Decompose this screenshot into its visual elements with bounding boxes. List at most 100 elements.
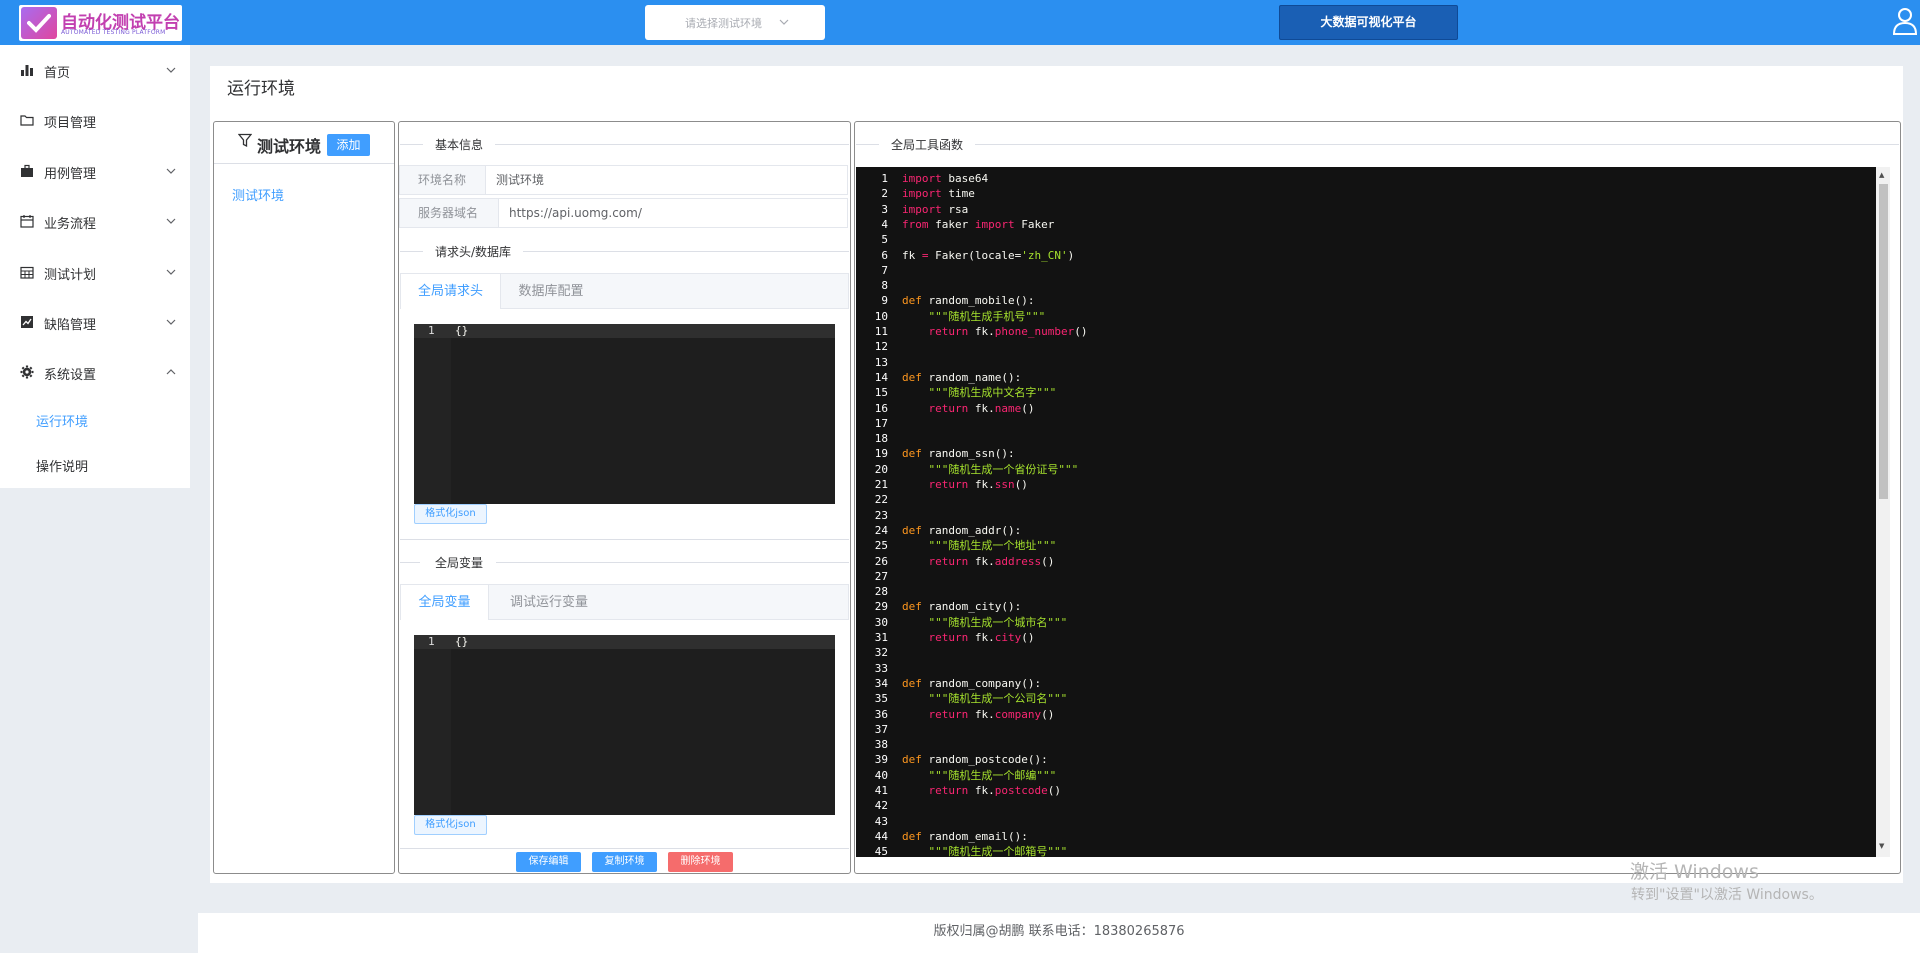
code-text: return fk.phone_number()	[902, 325, 1088, 338]
save-button[interactable]: 保存编辑	[516, 852, 581, 872]
line-number: 27	[874, 569, 888, 583]
code-line: 32	[856, 645, 888, 660]
sidebar-item-cases[interactable]: 用例管理	[0, 146, 190, 196]
line-number: 14	[874, 370, 888, 384]
line-number: 40	[874, 768, 888, 782]
tab-global-headers[interactable]: 全局请求头	[401, 274, 501, 309]
env-list-panel: 测试环境 添加 测试环境	[213, 121, 395, 874]
code-line: 20 """随机生成一个省份证号"""	[856, 462, 1078, 477]
line-number: 41	[874, 784, 888, 797]
add-env-button[interactable]: 添加	[327, 134, 370, 156]
line-number: 11	[874, 325, 888, 338]
line-number: 20	[874, 462, 888, 476]
editor-active-line	[414, 635, 835, 649]
tab-global-vars[interactable]: 全局变量	[401, 585, 489, 620]
calendar-icon	[20, 215, 34, 228]
divider	[400, 562, 420, 563]
code-line: 16 return fk.name()	[856, 401, 1035, 416]
editor-gutter	[414, 635, 451, 815]
bigdata-platform-button[interactable]: 大数据可视化平台	[1279, 5, 1458, 40]
code-text: from faker import Faker	[902, 217, 1055, 231]
code-line: 21 return fk.ssn()	[856, 477, 1028, 492]
code-line: 13	[856, 355, 888, 370]
host-input[interactable]: https://api.uomg.com/	[509, 199, 642, 227]
sidebar-subitem-label: 运行环境	[36, 415, 89, 430]
gear-icon	[20, 365, 34, 379]
code-line: 4 from faker import Faker	[856, 217, 1054, 232]
line-number: 43	[874, 814, 888, 828]
tab-debug-vars[interactable]: 调试运行变量	[489, 585, 609, 620]
line-number: 1	[428, 635, 435, 648]
sidebar-item-label: 业务流程	[44, 217, 97, 232]
sidebar-subitem-label: 操作说明	[36, 460, 89, 475]
code-line: 36 return fk.company()	[856, 707, 1055, 722]
line-number: 24	[874, 523, 888, 537]
scroll-down-icon[interactable]: ▼	[1879, 842, 1884, 850]
env-name-input[interactable]: 测试环境	[496, 166, 544, 194]
calendar-grid-icon	[20, 266, 34, 279]
code-line: 22	[856, 492, 888, 507]
env-select[interactable]: 请选择测试环境	[645, 5, 825, 40]
code-line: 8	[856, 278, 888, 293]
delete-env-button[interactable]: 删除环境	[668, 852, 733, 872]
line-number: 30	[874, 615, 888, 629]
line-number: 32	[874, 646, 888, 660]
editor-scrollbar-thumb[interactable]	[1879, 184, 1888, 499]
code-line: 19 def random_ssn():	[856, 446, 1015, 461]
line-number: 42	[874, 799, 888, 813]
code-text: """随机生成一个省份证号"""	[902, 462, 1079, 476]
activation-watermark-sub: 转到"设置"以激活 Windows。	[1631, 887, 1823, 903]
folder-icon	[20, 115, 34, 126]
sidebar-subitem-run-env[interactable]: 运行环境	[0, 397, 190, 441]
code-line: 2 import time	[856, 186, 975, 201]
sidebar-item-projects[interactable]: 项目管理	[0, 95, 190, 145]
code-text: def random_mobile():	[902, 294, 1035, 308]
tab-db-config[interactable]: 数据库配置	[501, 274, 601, 309]
divider	[400, 848, 849, 849]
line-number: 15	[874, 386, 888, 400]
user-avatar-icon[interactable]	[1892, 7, 1918, 35]
line-number: 21	[874, 478, 888, 491]
sidebar-item-workflow[interactable]: 业务流程	[0, 196, 190, 246]
format-json-button[interactable]: 格式化json	[414, 815, 487, 835]
line-number: 6	[881, 248, 888, 262]
line-number: 18	[874, 432, 888, 446]
copy-env-button[interactable]: 复制环境	[592, 852, 657, 872]
sidebar-item-home[interactable]: 首页	[0, 45, 190, 95]
line-number: 44	[874, 829, 888, 843]
line-number: 23	[874, 508, 888, 522]
code-line: 31 return fk.city()	[856, 630, 1035, 645]
sidebar-subitem-help[interactable]: 操作说明	[0, 442, 190, 486]
sidebar-item-settings[interactable]: 系统设置	[0, 347, 190, 397]
code-text: """随机生成中文名字"""	[902, 386, 1057, 400]
line-number: 34	[874, 676, 888, 690]
sidebar-item-test-plan[interactable]: 测试计划	[0, 247, 190, 297]
sidebar: 首页 项目管理 用例管理 业务流程 测试计划 缺陷管理 系统设置 运行环境 操作…	[0, 45, 190, 488]
scroll-up-icon[interactable]: ▲	[1879, 171, 1884, 179]
line-number: 1	[881, 172, 888, 185]
code-line: 33	[856, 661, 888, 676]
code-text: import rsa	[902, 202, 969, 216]
top-header: 自动化测试平台 AUTOMATED TESTING PLATFORM 请选择测试…	[0, 0, 1920, 45]
logo[interactable]: 自动化测试平台 AUTOMATED TESTING PLATFORM	[19, 5, 182, 41]
env-list-item[interactable]: 测试环境	[232, 185, 284, 204]
code-text: """随机生成一个公司名"""	[902, 692, 1068, 706]
code-line: 34 def random_company():	[856, 676, 1041, 691]
global-tools-code-editor[interactable]: 1 import base64 2 import time 3 import rsa 4 fr…	[856, 167, 1876, 857]
line-number: 9	[881, 294, 888, 308]
line-number: 28	[874, 585, 888, 599]
vars-editor[interactable]: 1 {}	[414, 635, 835, 815]
chevron-down-icon	[166, 269, 176, 275]
sidebar-item-label: 用例管理	[44, 167, 97, 182]
code-text: return fk.postcode()	[902, 784, 1061, 797]
line-number: 19	[874, 447, 888, 461]
code-text: return fk.ssn()	[902, 478, 1028, 491]
chevron-down-icon	[166, 319, 176, 325]
line-number: 26	[874, 554, 888, 568]
code-line: 24 def random_addr():	[856, 523, 1021, 538]
format-json-button[interactable]: 格式化json	[414, 504, 487, 524]
sidebar-item-defects[interactable]: 缺陷管理	[0, 297, 190, 347]
editor-code: {}	[455, 635, 469, 648]
line-number: 25	[874, 539, 888, 553]
headers-editor[interactable]: 1 {}	[414, 324, 835, 504]
